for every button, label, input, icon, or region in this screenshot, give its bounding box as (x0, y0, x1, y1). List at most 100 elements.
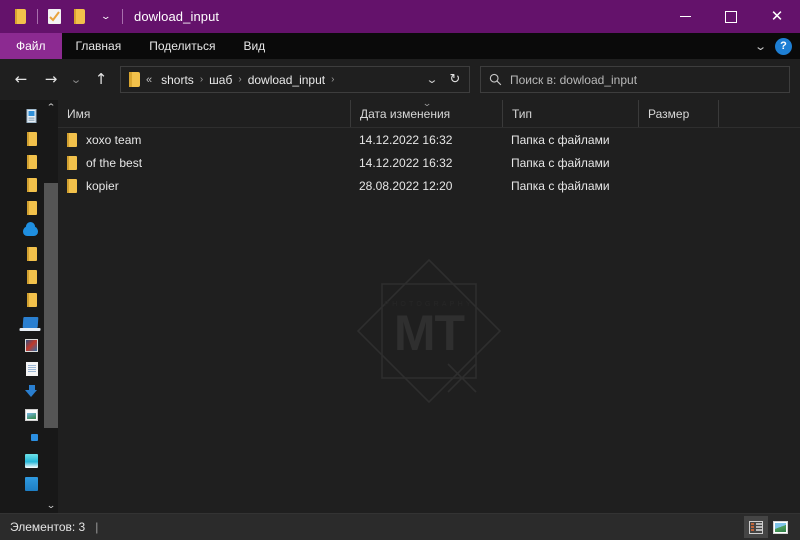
sidebar-item-videos[interactable] (0, 334, 44, 357)
address-bar-row: ← → ⌄ ↑ « shorts › шаб › dowload_input ›… (0, 59, 800, 100)
back-button[interactable]: ← (6, 65, 36, 95)
breadcrumb-item-shorts[interactable]: shorts (156, 73, 199, 87)
network-drive-icon (25, 476, 38, 491)
sidebar-item-folder[interactable] (0, 196, 44, 219)
sidebar-item-quick-access[interactable] (0, 104, 44, 127)
navigation-pane-items (0, 100, 44, 513)
qat-customize-dropdown[interactable]: ⌄ (93, 4, 119, 30)
folder-icon (27, 200, 38, 215)
column-header-date-modified[interactable]: ⌄ Дата изменения (350, 98, 502, 127)
qat-new-folder-button[interactable] (67, 4, 93, 30)
sidebar-item-this-pc[interactable] (0, 311, 44, 334)
table-row[interactable]: kopier 28.08.2022 12:20 Папка с файлами (58, 174, 800, 197)
sidebar-item-folder[interactable] (0, 127, 44, 150)
sidebar-item-onedrive[interactable] (0, 219, 44, 242)
sidebar-item-pictures[interactable] (0, 403, 44, 426)
navigation-pane: ⌃ ⌄ (0, 100, 58, 513)
file-date-cell: 14.12.2022 16:32 (359, 155, 453, 170)
forward-button[interactable]: → (36, 65, 66, 95)
search-input[interactable]: Поиск в: dowload_input (510, 73, 637, 87)
file-name-label: kopier (86, 178, 119, 193)
sidebar-item-drive[interactable] (0, 449, 44, 472)
column-header-name-label: Имя (67, 106, 91, 121)
column-header-size-label: Размер (648, 106, 690, 121)
title-bar: ⌄ dowload_input ✕ (0, 0, 800, 33)
sidebar-item-folder[interactable] (0, 150, 44, 173)
status-bar: Элементов: 3 | (0, 513, 800, 540)
close-button[interactable]: ✕ (754, 0, 800, 33)
folder-icon (27, 292, 38, 307)
window-title: dowload_input (134, 9, 220, 24)
search-box[interactable]: Поиск в: dowload_input (480, 66, 790, 93)
tab-file[interactable]: Файл (0, 33, 62, 59)
new-folder-icon (73, 9, 87, 24)
maximize-button[interactable] (708, 0, 754, 33)
this-pc-icon (22, 317, 39, 328)
tab-view[interactable]: Вид (229, 33, 279, 59)
large-icons-view-icon (772, 520, 788, 534)
folder-icon (27, 246, 38, 261)
onedrive-cloud-icon (23, 221, 38, 236)
breadcrumb: « shorts › шаб › dowload_input › (142, 73, 421, 87)
sidebar-item-folder[interactable] (0, 288, 44, 311)
scrollbar-thumb[interactable] (44, 183, 58, 428)
sidebar-item-downloads[interactable] (0, 380, 44, 403)
up-button[interactable]: ↑ (86, 65, 116, 95)
details-view-button[interactable] (744, 516, 768, 538)
window-controls: ✕ (662, 0, 800, 33)
table-row[interactable]: xoxo team 14.12.2022 16:32 Папка с файла… (58, 128, 800, 151)
folder-icon (27, 154, 38, 169)
ribbon-right-controls: ⌄ ? (752, 33, 800, 59)
minimize-button[interactable] (662, 0, 708, 33)
scrollbar-track[interactable] (44, 115, 58, 498)
drive-icon (25, 453, 38, 468)
tab-home[interactable]: Главная (62, 33, 136, 59)
videos-icon (25, 339, 38, 352)
sort-indicator-icon: ⌄ (421, 98, 432, 108)
drive-dot-icon (31, 434, 38, 441)
sidebar-item-documents[interactable] (0, 357, 44, 380)
help-button[interactable]: ? (775, 37, 792, 55)
tab-share[interactable]: Поделиться (135, 33, 229, 59)
qat-folder-icon[interactable] (8, 4, 34, 30)
column-header-extra[interactable] (718, 100, 778, 127)
folder-icon (67, 132, 78, 147)
qat-separator-1 (37, 9, 38, 24)
file-list[interactable]: PHOTOGRAPHY MT xoxo team 14.12.2022 16:3… (58, 128, 800, 513)
file-name-cell[interactable]: of the best (58, 155, 350, 170)
qat-separator-2 (122, 9, 123, 24)
file-type-cell: Папка с файлами (511, 178, 610, 193)
breadcrumb-item-shab[interactable]: шаб (204, 73, 237, 87)
table-row[interactable]: of the best 14.12.2022 16:32 Папка с фай… (58, 151, 800, 174)
navigation-pane-scrollbar[interactable]: ⌃ ⌄ (44, 100, 58, 513)
file-name-label: xoxo team (86, 132, 142, 147)
address-bar[interactable]: « shorts › шаб › dowload_input › ⌄ ↻ (120, 66, 470, 93)
expand-ribbon-chevron-down-icon[interactable]: ⌄ (748, 40, 772, 53)
large-icons-view-button[interactable] (768, 516, 792, 538)
sidebar-item-folder[interactable] (0, 265, 44, 288)
address-dropdown-chevron-down-icon[interactable]: ⌄ (417, 73, 448, 86)
breadcrumb-item-dowload-input[interactable]: dowload_input (243, 73, 330, 87)
view-mode-buttons (744, 514, 800, 540)
breadcrumb-separator-icon[interactable]: › (330, 74, 335, 85)
sidebar-item-folder[interactable] (0, 242, 44, 265)
explorer-body: ⌃ ⌄ Имя ⌄ Дата изменения Тип Размер PHOT… (0, 98, 800, 513)
documents-icon (26, 361, 38, 376)
file-name-cell[interactable]: kopier (58, 178, 350, 193)
breadcrumb-overflow-icon[interactable]: « (142, 74, 156, 86)
sidebar-item-folder[interactable] (0, 173, 44, 196)
folder-icon (27, 131, 38, 146)
sidebar-item-network-drive[interactable] (0, 472, 44, 495)
column-header-type[interactable]: Тип (502, 100, 638, 127)
file-name-cell[interactable]: xoxo team (58, 132, 350, 147)
column-header-name[interactable]: Имя (58, 100, 350, 127)
qat-properties-button[interactable] (41, 4, 67, 30)
column-header-size[interactable]: Размер (638, 100, 718, 127)
mt-watermark: PHOTOGRAPHY MT (344, 246, 514, 416)
quick-access-icon (25, 108, 38, 123)
ribbon-tab-bar: Файл Главная Поделиться Вид ⌄ ? (0, 33, 800, 59)
file-date-cell: 28.08.2022 12:20 (359, 178, 453, 193)
sidebar-item-drive-small[interactable] (0, 426, 44, 449)
recent-locations-button[interactable]: ⌄ (63, 65, 89, 95)
downloads-icon (25, 385, 38, 398)
